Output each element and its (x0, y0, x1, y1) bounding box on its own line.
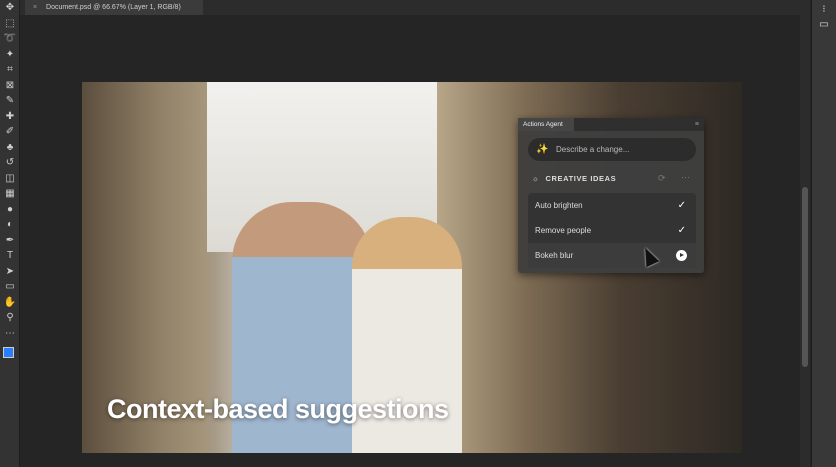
panel-menu-icon[interactable]: ≡ (695, 121, 699, 128)
frame-tool-icon[interactable]: ⊠ (0, 78, 20, 94)
move-tool-icon[interactable]: ✥ (0, 0, 20, 16)
actions-agent-panel: Actions Agent ≡ ✨ Describe a change... ☼… (518, 118, 704, 273)
idea-item-bokeh-blur[interactable]: Bokeh blur (528, 243, 696, 268)
document-tab-bar: × Document.psd @ 66.67% (Layer 1, RGB/8) (20, 0, 810, 15)
play-icon[interactable] (676, 250, 687, 261)
section-title: CREATIVE IDEAS (545, 174, 617, 183)
hand-tool-icon[interactable]: ✋ (0, 295, 20, 311)
lightbulb-icon: ☼ (532, 174, 540, 183)
ideas-list: Auto brighten ✓ Remove people ✓ Bokeh blur (528, 193, 696, 268)
close-tab-icon[interactable]: × (33, 4, 37, 11)
zoom-tool-icon[interactable]: ⚲ (0, 310, 20, 326)
eraser-tool-icon[interactable]: ◫ (0, 171, 20, 187)
history-brush-tool-icon[interactable]: ↺ (0, 155, 20, 171)
gradient-tool-icon[interactable]: ▦ (0, 186, 20, 202)
checkmark-icon: ✓ (677, 225, 686, 236)
scrollbar-thumb[interactable] (802, 187, 808, 367)
panel-tab-actions-agent[interactable]: Actions Agent (518, 118, 574, 131)
document-tab-title: Document.psd @ 66.67% (Layer 1, RGB/8) (46, 4, 181, 11)
dodge-tool-icon[interactable]: ◐ (0, 217, 20, 233)
vertical-scrollbar[interactable] (800, 15, 810, 467)
checkmark-icon: ✓ (677, 200, 686, 211)
crop-tool-icon[interactable]: ⌗ (0, 62, 20, 78)
comments-icon[interactable]: ▭ (812, 19, 836, 30)
properties-icon[interactable]: ⁝ (812, 4, 836, 15)
path-select-tool-icon[interactable]: ➤ (0, 264, 20, 280)
prompt-placeholder: Describe a change... (556, 145, 630, 154)
document-tab[interactable]: × Document.psd @ 66.67% (Layer 1, RGB/8) (25, 0, 203, 15)
panel-header: Actions Agent ≡ (518, 118, 704, 131)
tools-panel: ✥ ⬚ ➰ ✦ ⌗ ⊠ ✎ ✚ ✐ ♣ ↺ ◫ ▦ ● ◐ ✒ T ➤ ▭ ✋ ⚲ ⋯ (0, 0, 20, 467)
more-tool-icon[interactable]: ⋯ (0, 326, 20, 342)
idea-label: Auto brighten (535, 201, 583, 210)
type-tool-icon[interactable]: T (0, 248, 20, 264)
creative-ideas-header: ☼ CREATIVE IDEAS (532, 174, 616, 183)
magic-wand-tool-icon[interactable]: ✦ (0, 47, 20, 63)
marquee-tool-icon[interactable]: ⬚ (0, 16, 20, 32)
idea-label: Remove people (535, 226, 592, 235)
refresh-icon[interactable]: ⟳ (658, 173, 666, 184)
caption-text: Context-based suggestions (107, 394, 449, 424)
idea-item-remove-people[interactable]: Remove people ✓ (528, 218, 696, 243)
healing-tool-icon[interactable]: ✚ (0, 109, 20, 125)
lasso-tool-icon[interactable]: ➰ (0, 31, 20, 47)
right-panel-dock: ⁝ ▭ (811, 0, 836, 467)
stamp-tool-icon[interactable]: ♣ (0, 140, 20, 156)
magic-wand-icon: ✨ (536, 144, 549, 155)
blur-tool-icon[interactable]: ● (0, 202, 20, 218)
idea-item-auto-brighten[interactable]: Auto brighten ✓ (528, 193, 696, 218)
idea-label: Bokeh blur (535, 251, 574, 260)
shape-tool-icon[interactable]: ▭ (0, 279, 20, 295)
brush-tool-icon[interactable]: ✐ (0, 124, 20, 140)
more-options-icon[interactable]: ⋯ (681, 172, 690, 183)
pen-tool-icon[interactable]: ✒ (0, 233, 20, 249)
eyedropper-tool-icon[interactable]: ✎ (0, 93, 20, 109)
describe-change-input[interactable]: ✨ Describe a change... (528, 138, 696, 161)
color-swatch[interactable] (3, 347, 14, 358)
